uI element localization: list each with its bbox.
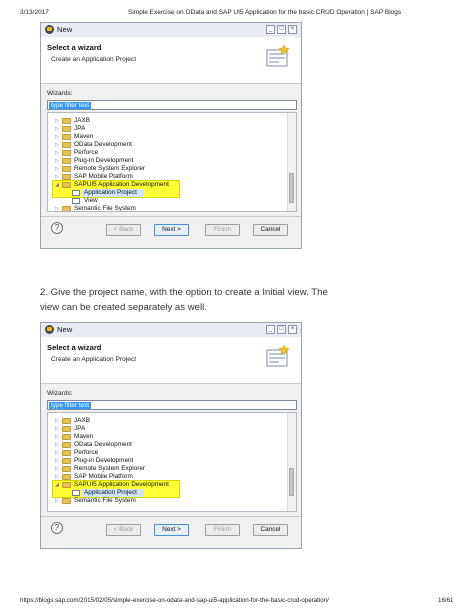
page-footer-url: https://blogs.sap.com/2015/02/05/simple-… (20, 597, 329, 604)
banner-title: Select a wizard (47, 343, 102, 352)
dialog-titlebar: New _ □ × (41, 23, 301, 38)
filter-text: type filter text (49, 102, 92, 109)
close-icon[interactable]: × (288, 325, 297, 334)
page-header-title: Simple Exercise on OData and SAP UI5 App… (128, 9, 402, 16)
wizard-banner: Select a wizard Create an Application Pr… (41, 337, 301, 384)
next-button[interactable]: Next > (154, 524, 189, 536)
back-button[interactable]: < Back (106, 224, 141, 236)
tree-row-label: Semantic File System (74, 205, 136, 212)
scrollbar-thumb[interactable] (289, 468, 294, 496)
dialog-title: New (57, 25, 73, 34)
wizards-label: Wizards: (47, 90, 73, 97)
dialog-title: New (57, 325, 73, 334)
tree-row[interactable]: ▷ Semantic File System (48, 204, 288, 212)
collapsed-toggle-icon[interactable]: ▷ (54, 496, 60, 506)
filter-input[interactable]: type filter text (47, 400, 297, 410)
banner-subtitle: Create an Application Project (51, 56, 137, 63)
cancel-button[interactable]: Cancel (253, 224, 288, 236)
cancel-button[interactable]: Cancel (253, 524, 288, 536)
next-button[interactable]: Next > (154, 224, 189, 236)
filter-input[interactable]: type filter text (47, 100, 297, 110)
wizard-tree[interactable]: ▷ JAXB ▷ JPA ▷ Maven ▷ OData Development ▷ Perfor… (47, 112, 297, 212)
scrollbar-thumb[interactable] (289, 173, 294, 203)
folder-icon (62, 498, 71, 504)
filter-text: type filter text (49, 402, 92, 409)
collapsed-toggle-icon[interactable]: ▷ (54, 204, 60, 211)
wizards-label: Wizards: (47, 390, 73, 397)
tree-row[interactable]: ▷ Semantic File System (48, 496, 288, 506)
step-text-line-1: 2. Give the project name, with the optio… (40, 287, 328, 298)
tree-scrollbar[interactable] (287, 413, 296, 511)
page-number: 16/61 (438, 597, 454, 604)
help-icon[interactable]: ? (51, 522, 63, 534)
banner-subtitle: Create an Application Project (51, 356, 137, 363)
new-wizard-dialog-2: New _ □ × Select a wizard Create an Appl… (40, 322, 302, 549)
eclipse-icon (45, 25, 54, 34)
eclipse-icon (45, 325, 54, 334)
maximize-icon[interactable]: □ (277, 325, 286, 334)
folder-icon (62, 206, 71, 211)
minimize-icon[interactable]: _ (266, 325, 275, 334)
new-wizard-dialog-1: New _ □ × Select a wizard Create an Appl… (40, 22, 302, 249)
help-icon[interactable]: ? (51, 222, 63, 234)
tree-row-label: Semantic File System (74, 497, 136, 504)
tree-scrollbar[interactable] (287, 113, 296, 211)
minimize-icon[interactable]: _ (266, 25, 275, 34)
finish-button[interactable]: Finish (205, 224, 240, 236)
back-button[interactable]: < Back (106, 524, 141, 536)
wizard-banner-icon (266, 344, 290, 367)
wizard-tree[interactable]: ▷ JAXB ▷ JPA ▷ Maven ▷ OData Development ▷ Perfor… (47, 412, 297, 512)
wizard-banner: Select a wizard Create an Application Pr… (41, 37, 301, 84)
step-text-line-2: view can be created separately as well. (40, 302, 207, 313)
banner-title: Select a wizard (47, 43, 102, 52)
dialog-titlebar: New _ □ × (41, 323, 301, 338)
finish-button[interactable]: Finish (205, 524, 240, 536)
wizard-banner-icon (266, 44, 290, 67)
maximize-icon[interactable]: □ (277, 25, 286, 34)
page-date: 3/13/2017 (20, 9, 49, 16)
close-icon[interactable]: × (288, 25, 297, 34)
